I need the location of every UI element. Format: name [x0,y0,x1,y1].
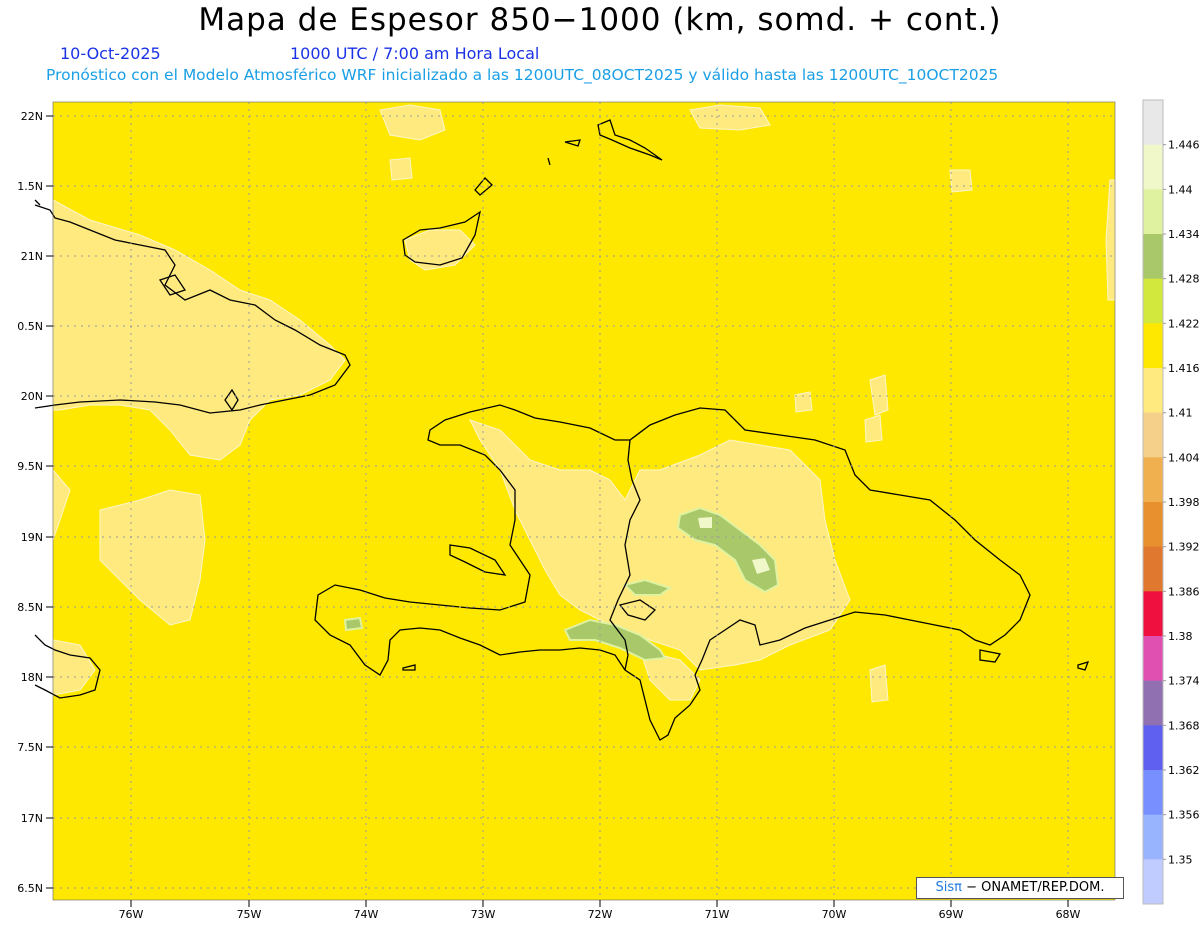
colorbar-swatch [1143,457,1163,503]
colorbar-swatch [1143,144,1163,190]
lon-label: 71W [705,908,730,921]
colorbar-swatch [1143,234,1163,280]
colorbar-label: 1.356 [1168,809,1200,822]
colorbar-swatch [1143,725,1163,771]
colorbar-swatch [1143,323,1163,369]
lon-label: 75W [237,908,262,921]
lat-label: 7.5N [17,741,43,754]
colorbar-label: 1.434 [1168,228,1200,241]
colorbar-label: 1.41 [1168,407,1193,420]
colorbar-swatch [1143,770,1163,816]
colorbar-label: 1.362 [1168,764,1200,777]
colorbar-label: 1.44 [1168,183,1193,196]
colorbar-label: 1.38 [1168,630,1193,643]
colorbar-label: 1.386 [1168,585,1200,598]
colorbar-swatch [1143,189,1163,235]
lat-label: 0.5N [17,320,43,333]
lat-label: 20N [21,390,43,403]
colorbar-swatch [1143,546,1163,592]
lat-label: 18N [21,671,43,684]
colorbar-swatch [1143,591,1163,637]
lat-label: 22N [21,110,43,123]
lon-label: 74W [354,908,379,921]
lat-label: 6.5N [17,882,43,895]
colorbar-label: 1.35 [1168,853,1193,866]
sispi-logo: Sisπ [935,880,962,895]
lat-label: 17N [21,812,43,825]
lat-label: 8.5N [17,601,43,614]
credit-text: − ONAMET/REP.DOM. [961,880,1105,895]
colorbar-label: 1.428 [1168,273,1200,286]
lat-label: 1.5N [17,180,43,193]
lon-label: 73W [471,908,496,921]
colorbar-swatch [1143,412,1163,458]
lon-label: 70W [822,908,847,921]
lat-label: 9.5N [17,460,43,473]
lon-label: 69W [939,908,964,921]
colorbar-label: 1.368 [1168,719,1200,732]
colorbar-label: 1.392 [1168,541,1200,554]
colorbar-label: 1.422 [1168,317,1200,330]
colorbar-swatch [1143,680,1163,726]
colorbar-swatch [1143,278,1163,324]
colorbar-label: 1.374 [1168,675,1200,688]
colorbar-swatch [1143,859,1163,905]
lon-label: 68W [1056,908,1081,921]
colorbar-swatch [1143,502,1163,548]
colorbar: 1.446 1.44 1.434 1.428 1.422 1.416 1.41 1.404 1.… [1142,99,1200,905]
lon-label: 72W [588,908,613,921]
colorbar-label: 1.416 [1168,362,1200,375]
colorbar-swatch [1143,368,1163,414]
lon-label: 76W [119,908,144,921]
colorbar-label: 1.398 [1168,496,1200,509]
thickness-map: 22N 1.5N 21N 0.5N 20N 9.5N 19N 8.5N 18N … [17,99,1200,921]
colorbar-swatch [1143,100,1163,146]
colorbar-label: 1.404 [1168,451,1200,464]
credit-box: Sisπ − ONAMET/REP.DOM. [916,877,1124,899]
colorbar-swatch [1143,814,1163,860]
colorbar-swatch [1143,636,1163,682]
lat-label: 19N [21,531,43,544]
colorbar-label: 1.446 [1168,139,1200,152]
lat-label: 21N [21,250,43,263]
